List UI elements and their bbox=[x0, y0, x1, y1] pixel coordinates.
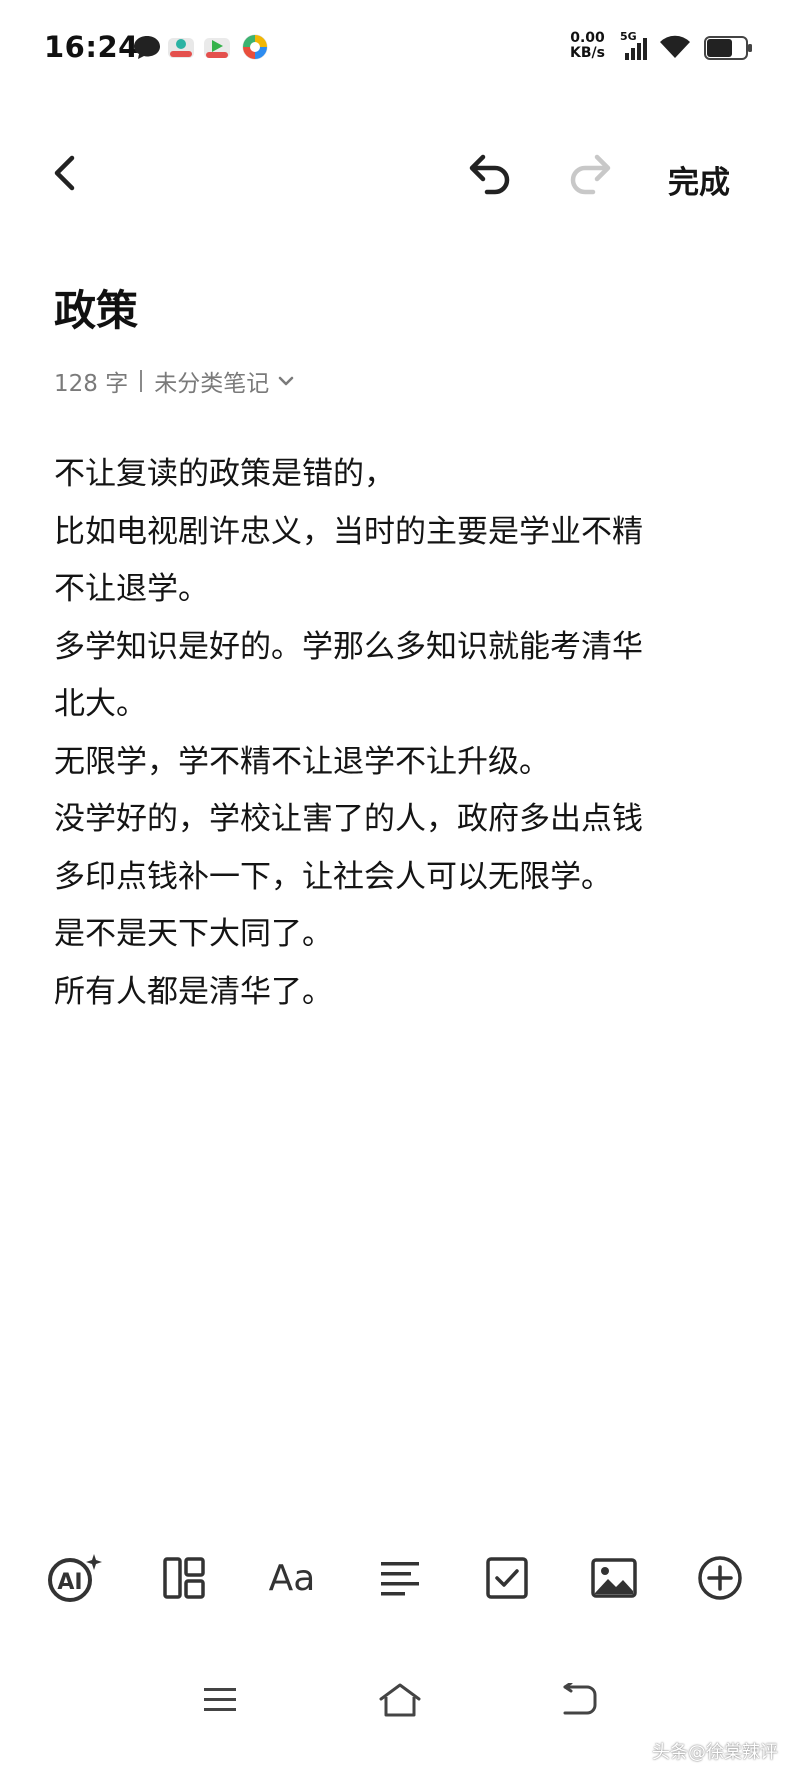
home-icon bbox=[379, 1683, 421, 1717]
net-speed-unit: KB/s bbox=[570, 45, 605, 61]
category-selector[interactable]: 未分类笔记 bbox=[154, 364, 295, 398]
align-button[interactable] bbox=[370, 1548, 430, 1608]
recent-apps-button[interactable] bbox=[190, 1670, 250, 1730]
add-button[interactable] bbox=[690, 1548, 750, 1608]
net-speed: 0.00 KB/s bbox=[570, 31, 605, 61]
watermark: 头条@徐棠辣评 bbox=[652, 1742, 778, 1763]
add-icon bbox=[698, 1556, 742, 1600]
text-format-button[interactable]: Aa bbox=[262, 1548, 322, 1608]
home-button[interactable] bbox=[370, 1670, 430, 1730]
undo-icon bbox=[469, 154, 510, 195]
note-line: 不让退学。 bbox=[54, 571, 209, 607]
redo-icon bbox=[570, 154, 611, 195]
note-line: 多印点钱补一下，让社会人可以无限学。 bbox=[54, 858, 612, 895]
redo-button[interactable] bbox=[564, 148, 616, 200]
image-button[interactable] bbox=[584, 1548, 644, 1608]
note-line: 不让复读的政策是错的， bbox=[54, 456, 395, 492]
ai-icon: AI bbox=[48, 1554, 102, 1602]
layout-button[interactable] bbox=[154, 1548, 214, 1608]
layout-icon bbox=[163, 1557, 205, 1599]
note-title[interactable]: 政策 bbox=[54, 277, 138, 338]
align-icon bbox=[381, 1562, 419, 1596]
note-line: 没学好的，学校让害了的人，政府多出点钱 bbox=[54, 801, 643, 837]
status-bar: 16:24 0.00 KB/s 5G bbox=[0, 0, 800, 100]
chevron-left-icon bbox=[54, 155, 75, 191]
net-speed-value: 0.00 bbox=[570, 30, 605, 46]
app-icon-3 bbox=[242, 34, 268, 60]
ai-button[interactable]: AI bbox=[46, 1548, 106, 1608]
status-time: 16:24 bbox=[44, 30, 139, 64]
done-button[interactable]: 完成 bbox=[668, 157, 730, 202]
app-icon-1 bbox=[168, 38, 194, 58]
signal-icon bbox=[625, 38, 647, 60]
back-button[interactable] bbox=[42, 150, 88, 196]
category-label: 未分类笔记 bbox=[154, 371, 270, 397]
format-toolbar: AI Aa bbox=[0, 1548, 800, 1628]
ai-label: AI bbox=[57, 1570, 82, 1595]
note-meta: 128 字 未分类笔记 bbox=[54, 364, 295, 398]
chevron-down-icon bbox=[278, 376, 294, 386]
app-icon-2 bbox=[204, 38, 230, 58]
system-back-button[interactable] bbox=[550, 1670, 610, 1730]
menu-icon bbox=[204, 1688, 236, 1711]
note-line: 所有人都是清华了。 bbox=[54, 973, 333, 1010]
checklist-button[interactable] bbox=[477, 1548, 537, 1608]
back-icon bbox=[563, 1683, 597, 1715]
note-line: 无限学，学不精不让退学不让升级。 bbox=[54, 743, 550, 780]
note-line: 是不是天下大同了。 bbox=[54, 916, 333, 952]
image-icon bbox=[591, 1558, 637, 1598]
battery-icon bbox=[704, 36, 752, 60]
word-count: 128 字 bbox=[54, 371, 129, 397]
undo-button[interactable] bbox=[464, 148, 516, 200]
note-line: 多学知识是好的。学那么多知识就能考清华 bbox=[54, 628, 643, 665]
wifi-icon bbox=[660, 35, 690, 58]
meta-divider bbox=[140, 370, 143, 392]
message-icon bbox=[134, 36, 160, 59]
system-nav-bar bbox=[0, 1670, 800, 1740]
note-body[interactable]: 不让复读的政策是错的， 比如电视剧许忠义，当时的主要是学业不精 不让退学。 多学… bbox=[54, 446, 754, 1021]
note-line: 比如电视剧许忠义，当时的主要是学业不精 bbox=[54, 513, 643, 550]
checklist-icon bbox=[486, 1557, 528, 1599]
text-format-icon: Aa bbox=[268, 1557, 316, 1599]
note-line: 北大。 bbox=[54, 686, 147, 722]
